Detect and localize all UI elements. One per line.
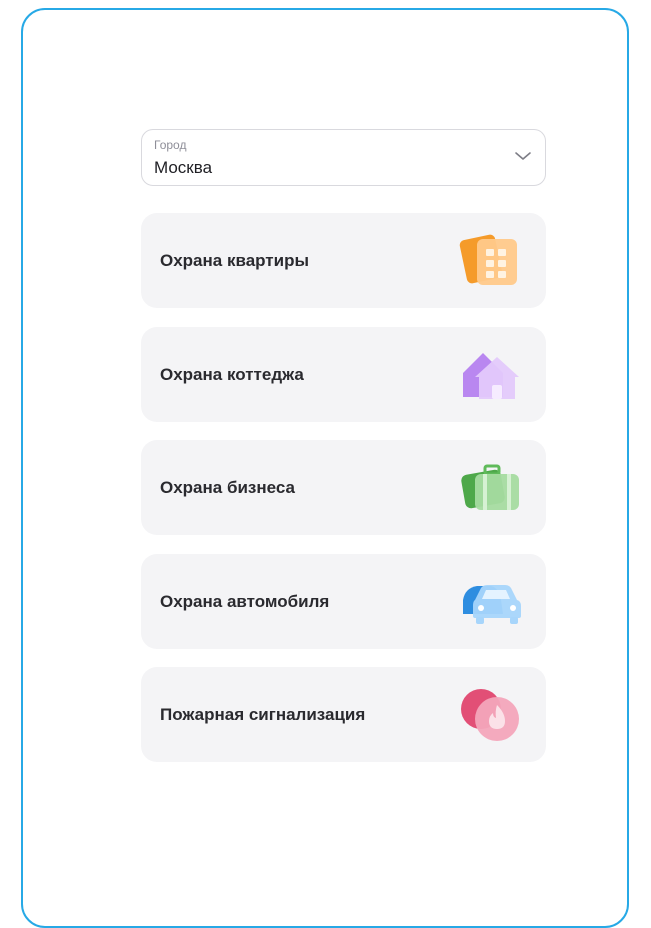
service-label: Охрана коттеджа	[160, 365, 304, 384]
city-value: Москва	[154, 158, 213, 177]
service-label: Охрана квартиры	[160, 251, 309, 270]
chevron-down-icon[interactable]	[513, 149, 533, 163]
service-card-car[interactable]: Охрана автомобиля	[141, 554, 546, 649]
service-card-business[interactable]: Охрана бизнеса	[141, 440, 546, 535]
city-select[interactable]: Город Москва	[141, 129, 546, 186]
briefcase-icon	[461, 464, 519, 510]
service-card-fire[interactable]: Пожарная сигнализация	[141, 667, 546, 762]
service-label: Пожарная сигнализация	[160, 705, 366, 724]
city-label: Город	[154, 138, 187, 152]
apartment-icon	[459, 234, 517, 285]
service-card-apartment[interactable]: Охрана квартиры	[141, 213, 546, 308]
fire-icon	[461, 689, 519, 741]
service-label: Охрана автомобиля	[160, 592, 330, 611]
car-icon	[463, 585, 521, 624]
service-label: Охрана бизнеса	[160, 478, 295, 497]
cottage-icon	[463, 353, 519, 399]
service-card-cottage[interactable]: Охрана коттеджа	[141, 327, 546, 422]
